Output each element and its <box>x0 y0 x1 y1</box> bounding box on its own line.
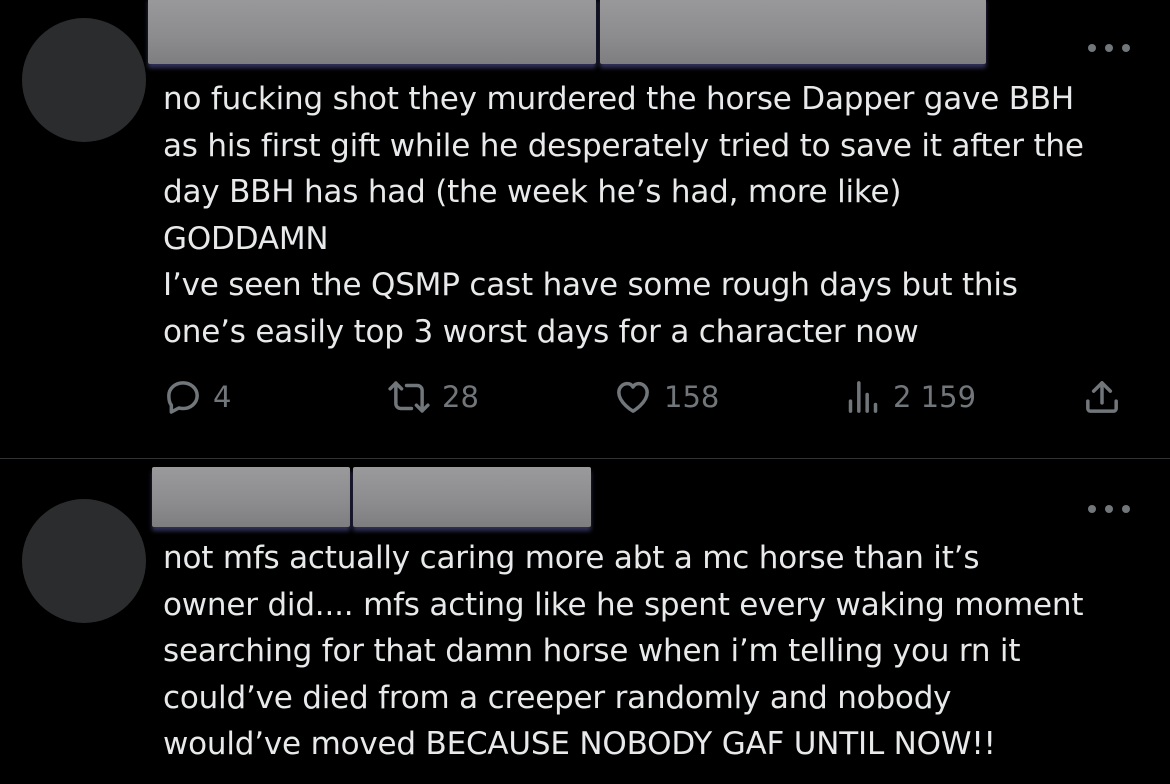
tweet-text-line: day BBH has had (the week he’s had, more… <box>163 174 902 210</box>
repost-button[interactable]: 28 <box>386 372 479 422</box>
repost-count: 28 <box>442 380 479 414</box>
tweet-text-line: not mfs actually caring more abt a mc ho… <box>163 540 980 576</box>
more-dot <box>1105 44 1113 52</box>
reply-count: 4 <box>213 380 232 414</box>
tweet-text-line: as his first gift while he desperately t… <box>163 127 1084 164</box>
more-icon[interactable] <box>1088 503 1130 515</box>
tweet-text-line: I’ve seen the QSMP cast have some rough … <box>163 267 1018 303</box>
more-icon[interactable] <box>1088 42 1130 54</box>
tweet-text-line: owner did.... mfs acting like he spent e… <box>163 586 1084 623</box>
avatar[interactable] <box>22 499 146 623</box>
tweet-text: not mfs actually caring more abt a mc ho… <box>163 535 1153 768</box>
more-dot <box>1122 505 1130 513</box>
redacted-username <box>353 467 591 527</box>
redacted-display-name <box>152 467 350 527</box>
repost-icon <box>388 381 430 413</box>
tweet-text-line: searching for that damn horse when i’m t… <box>163 633 1021 669</box>
views-button[interactable]: 2 159 <box>843 372 976 422</box>
redacted-username <box>600 0 986 64</box>
avatar[interactable] <box>22 18 146 142</box>
tweet-text-line: would’ve moved BECAUSE NOBODY GAF UNTIL … <box>163 726 996 762</box>
reply-icon <box>167 381 199 414</box>
share-icon <box>1086 381 1118 413</box>
reply-button[interactable]: 4 <box>163 372 231 422</box>
like-button[interactable]: 158 <box>612 372 719 422</box>
tweet-text-line: no fucking shot they murdered the horse … <box>163 81 1074 117</box>
tweet-text-line: GODDAMN <box>163 220 329 257</box>
more-dot <box>1105 505 1113 513</box>
tweet[interactable]: not mfs actually caring more abt a mc ho… <box>0 458 1170 784</box>
more-dot <box>1088 505 1096 513</box>
tweet[interactable]: no fucking shot they murdered the horse … <box>0 0 1170 458</box>
share-button[interactable] <box>1082 372 1122 422</box>
like-icon <box>617 381 649 413</box>
tweet-text-line: could’ve died from a creeper randomly an… <box>163 679 952 716</box>
views-icon <box>848 381 878 413</box>
action-bar: 4 28 158 2 159 <box>0 372 1170 422</box>
more-dot <box>1122 44 1130 52</box>
tweet-text: no fucking shot they murdered the horse … <box>163 76 1153 355</box>
like-count: 158 <box>664 380 720 414</box>
redacted-display-name <box>148 0 596 64</box>
tweet-text-line: one’s easily top 3 worst days for a char… <box>163 313 919 350</box>
views-count: 2 159 <box>893 380 977 414</box>
more-dot <box>1088 44 1096 52</box>
